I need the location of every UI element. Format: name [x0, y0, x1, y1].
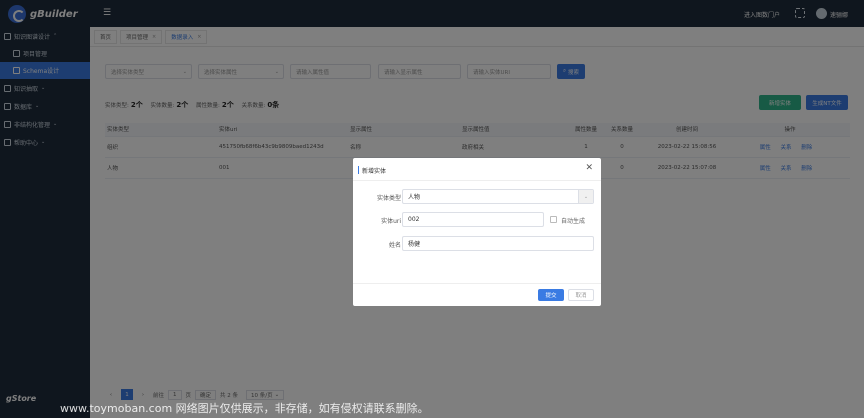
dialog-title: 新增实体 [358, 166, 386, 175]
entity-uri-input[interactable]: 002 [402, 212, 544, 227]
watermark-text: www.toymoban.com 网络图片仅供展示，非存储，如有侵权请联系删除。 [60, 402, 429, 415]
name-input[interactable]: 杨健 [402, 236, 594, 251]
chevron-down-icon: ⌄ [578, 190, 593, 203]
entity-type-label: 实体类型 [376, 195, 401, 202]
divider [353, 180, 601, 181]
entity-type-select[interactable]: 人物 ⌄ [402, 189, 594, 204]
cancel-button[interactable]: 取消 [568, 289, 594, 301]
entity-type-value: 人物 [408, 194, 421, 201]
submit-label: 提交 [545, 293, 557, 299]
name-value: 杨健 [408, 241, 421, 248]
name-label: 姓名 [388, 242, 401, 249]
submit-button[interactable]: 提交 [538, 289, 564, 301]
entity-uri-value: 002 [408, 216, 420, 223]
divider [353, 283, 601, 284]
close-icon[interactable]: ✕ [585, 163, 593, 173]
auto-generate-checkbox[interactable] [550, 216, 557, 223]
cancel-label: 取消 [575, 293, 587, 299]
add-entity-dialog: 新增实体 ✕ 实体类型 人物 ⌄ 实体uri 002 自动生成 姓名 杨健 提交… [353, 158, 601, 306]
entity-uri-label: 实体uri [381, 218, 401, 225]
auto-generate-label: 自动生成 [561, 218, 586, 225]
